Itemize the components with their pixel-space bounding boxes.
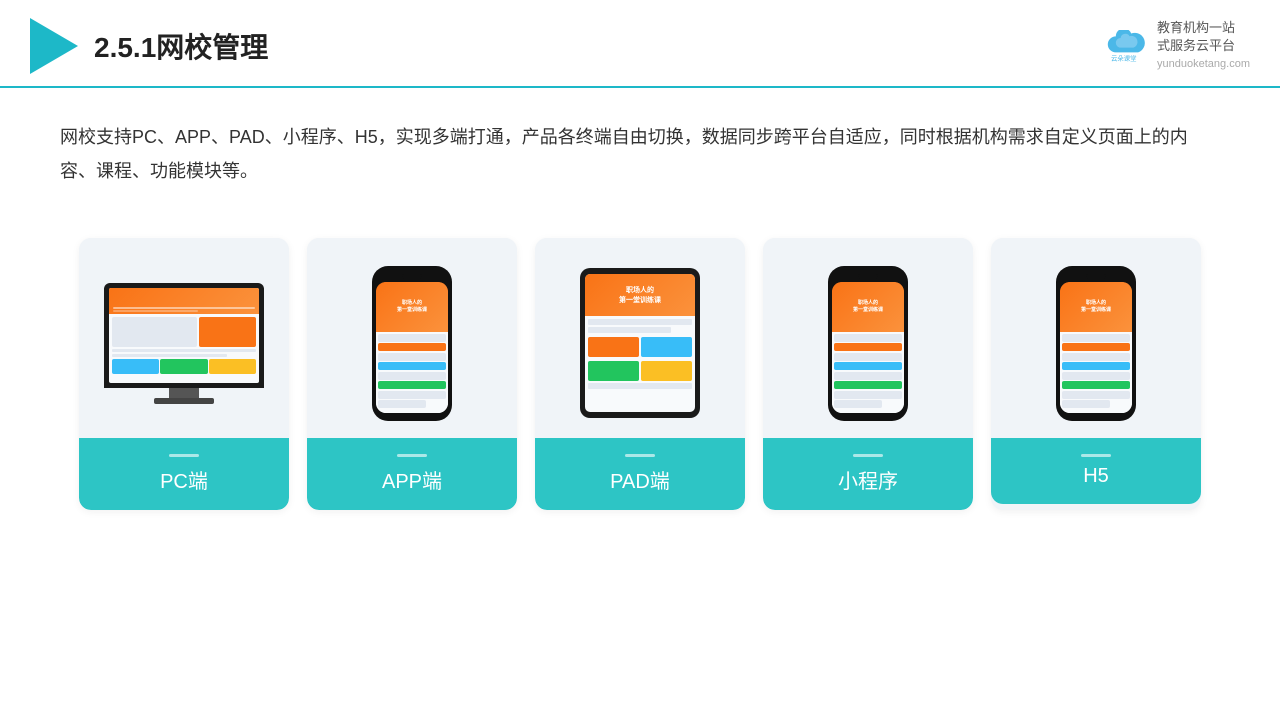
tablet-screen-top: 职场人的第一堂训练课 [585,274,695,315]
pc-monitor [104,283,264,388]
card-miniapp-image: 职场人的第一堂训练课 [763,238,973,438]
card-h5: 职场人的第一堂训练课 H5 [991,238,1201,510]
card-pc-label: PC端 [79,438,289,510]
cloud-icon: 云朵课堂 [1103,30,1151,62]
device-phone-app: 职场人的第一堂训练课 [372,266,452,421]
device-phone-mini: 职场人的第一堂训练课 [828,266,908,421]
description-text: 网校支持PC、APP、PAD、小程序、H5，实现多端打通，产品各终端自由切换，数… [0,88,1280,198]
card-app: 职场人的第一堂训练课 APP端 [307,238,517,510]
card-label-bar4 [853,454,883,457]
card-label-bar2 [397,454,427,457]
phone-screen-body [376,332,448,413]
phone-screen-top: 职场人的第一堂训练课 [376,282,448,332]
card-pad-image: 职场人的第一堂训练课 [535,238,745,438]
tablet-screen-body [585,316,695,392]
card-app-image: 职场人的第一堂训练课 [307,238,517,438]
phone-screen-top2: 职场人的第一堂训练课 [832,282,904,332]
card-pc-image [79,238,289,438]
device-phone-h5: 职场人的第一堂训练课 [1056,266,1136,421]
pc-stand [169,388,199,398]
phone-notch2 [858,274,878,279]
header-right: 云朵课堂 教育机构一站 式服务云平台 yunduoketang.com [1103,19,1250,73]
card-h5-image: 职场人的第一堂训练课 [991,238,1201,438]
card-label-bar [169,454,199,457]
card-pad-label: PAD端 [535,438,745,510]
brand-url: yunduoketang.com [1157,57,1250,72]
phone-screen: 职场人的第一堂训练课 [376,282,448,413]
header: 2.5.1网校管理 云朵课堂 教育机构一站 式服务云平台 yunduoketan… [0,0,1280,88]
card-pad: 职场人的第一堂训练课 [535,238,745,510]
pc-base [154,398,214,404]
brand-tagline: 教育机构一站 式服务云平台 yunduoketang.com [1157,19,1250,73]
cards-section: PC端 职场人的第一堂训练课 [0,208,1280,540]
card-miniapp-label: 小程序 [763,438,973,510]
phone-screen2: 职场人的第一堂训练课 [832,282,904,413]
phone-notch3 [1086,274,1106,279]
card-label-bar5 [1081,454,1111,457]
card-pc: PC端 [79,238,289,510]
page-title: 2.5.1网校管理 [94,26,268,66]
phone-screen3: 职场人的第一堂训练课 [1060,282,1132,413]
header-left: 2.5.1网校管理 [30,18,268,74]
phone-screen-body2 [832,332,904,413]
phone-notch [402,274,422,279]
device-tablet: 职场人的第一堂训练课 [580,268,700,418]
card-h5-label: H5 [991,438,1201,504]
card-app-label: APP端 [307,438,517,510]
tablet-screen: 职场人的第一堂训练课 [585,274,695,412]
card-label-bar3 [625,454,655,457]
phone-screen-top3: 职场人的第一堂训练课 [1060,282,1132,332]
pc-screen [109,288,259,383]
phone-screen-body3 [1060,332,1132,413]
device-pc [104,283,264,404]
card-miniapp: 职场人的第一堂训练课 小程序 [763,238,973,510]
brand-logo: 云朵课堂 教育机构一站 式服务云平台 yunduoketang.com [1103,19,1250,73]
logo-triangle-icon [30,18,78,74]
svg-text:云朵课堂: 云朵课堂 [1111,53,1137,62]
